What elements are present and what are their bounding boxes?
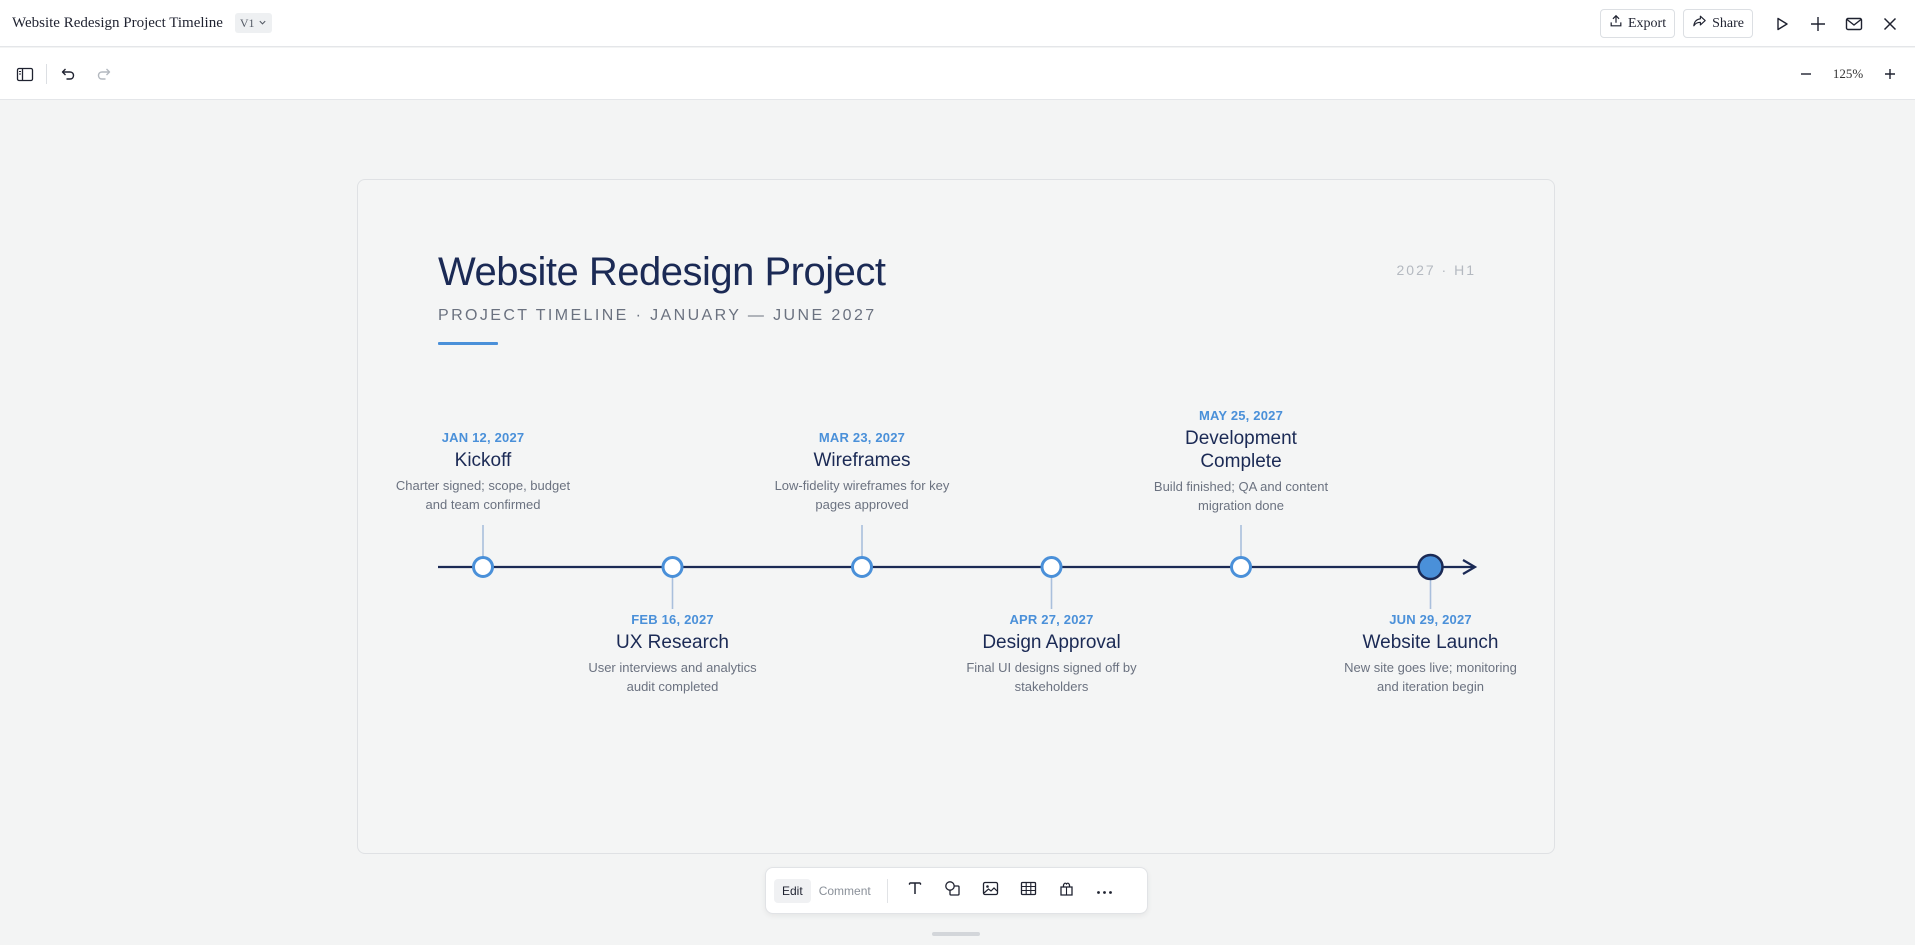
document-title[interactable]: Website Redesign Project Timeline <box>12 15 223 32</box>
widget-icon <box>1058 880 1075 902</box>
more-button[interactable] <box>1089 875 1121 907</box>
milestone-description: User interviews and analytics audit comp… <box>588 660 757 694</box>
milestone-name: Wireframes <box>813 450 911 471</box>
minus-icon <box>1799 67 1813 81</box>
plus-icon <box>1809 15 1827 33</box>
edit-mode-button[interactable]: Edit <box>774 878 811 903</box>
milestone-date: APR 27, 2027 <box>1009 612 1094 627</box>
close-icon <box>1882 16 1898 32</box>
insert-image-button[interactable] <box>975 875 1007 907</box>
milestone-marker[interactable] <box>1230 556 1252 578</box>
toolbar-left <box>10 59 119 89</box>
mode-switch: Edit Comment <box>774 878 879 903</box>
present-button[interactable] <box>1767 9 1797 39</box>
slide-canvas[interactable]: Website Redesign Project PROJECT TIMELIN… <box>357 179 1555 854</box>
milestone-description: Build finished; QA and content migration… <box>1153 479 1329 513</box>
panel-drag-handle[interactable] <box>932 932 980 936</box>
milestone-label[interactable]: JUN 29, 2027 Website Launch New site goes … <box>1336 612 1526 696</box>
mail-button[interactable] <box>1839 9 1869 39</box>
top-actions: Export Share <box>1600 0 1905 47</box>
toggle-sidebar-button[interactable] <box>10 59 40 89</box>
share-label: Share <box>1712 15 1744 31</box>
milestone-label[interactable]: APR 27, 2027 Design Approval Final UI desi… <box>957 612 1147 696</box>
milestone-marker[interactable] <box>661 556 684 578</box>
insert-shape-button[interactable] <box>937 875 969 907</box>
table-icon <box>1020 881 1037 901</box>
sidebar-icon <box>16 67 34 82</box>
insert-toolbar: Edit Comment <box>765 867 1148 914</box>
image-icon <box>982 881 999 901</box>
play-icon <box>1774 16 1790 32</box>
toolbar-divider <box>886 878 888 903</box>
milestone-marker[interactable] <box>472 556 494 578</box>
milestone-label[interactable]: JAN 12, 2027 Kickoff Charter signed; scope… <box>388 430 578 514</box>
milestone-label[interactable]: MAR 23, 2027 Wireframes Low-fidelity wiref… <box>767 430 957 514</box>
milestone-date: MAY 25, 2027 <box>1198 408 1284 423</box>
shapes-icon <box>944 880 961 902</box>
milestone-date: MAR 23, 2027 <box>818 430 906 445</box>
plus-icon <box>1883 67 1897 81</box>
milestone-name: Design Approval <box>982 632 1121 653</box>
milestone-marker[interactable] <box>1040 556 1063 578</box>
editor-toolbar: 125% <box>0 48 1915 100</box>
close-button[interactable] <box>1875 9 1905 39</box>
version-dropdown[interactable]: V1 <box>234 13 272 33</box>
milestone-description: New site goes live; monitoring and itera… <box>1344 660 1517 694</box>
chevron-down-icon <box>258 16 267 31</box>
add-button[interactable] <box>1803 9 1833 39</box>
milestone-description: Low-fidelity wireframes for key pages ap… <box>774 478 950 512</box>
version-label: V1 <box>239 15 255 30</box>
milestone-date: JUN 29, 2027 <box>1389 612 1472 627</box>
export-button[interactable]: Export <box>1600 9 1676 38</box>
undo-button[interactable] <box>53 59 83 89</box>
insert-widget-button[interactable] <box>1051 875 1083 907</box>
milestone-marker[interactable] <box>1417 553 1444 581</box>
mail-icon <box>1845 17 1863 31</box>
redo-icon <box>96 66 112 82</box>
zoom-level[interactable]: 125% <box>1821 66 1875 82</box>
milestone-description: Final UI designs signed off by stakehold… <box>966 660 1137 694</box>
top-bar: Website Redesign Project Timeline V1 Exp… <box>0 0 1915 47</box>
zoom-out-button[interactable] <box>1791 59 1821 89</box>
zoom-in-button[interactable] <box>1875 59 1905 89</box>
milestone-date: JAN 12, 2027 <box>441 430 525 445</box>
milestone-name: UX Research <box>616 632 729 653</box>
undo-icon <box>60 66 76 82</box>
milestone-description: Charter signed; scope, budget and team c… <box>395 478 571 512</box>
zoom-controls: 125% <box>1785 59 1905 89</box>
timeline-graphic <box>438 525 1478 609</box>
milestone-label[interactable]: MAY 25, 2027 Development Complete Build fi… <box>1146 408 1336 515</box>
share-icon <box>1692 14 1707 33</box>
milestone-name: Website Launch <box>1362 632 1499 653</box>
milestone-label[interactable]: FEB 16, 2027 UX Research User interviews a… <box>578 612 768 696</box>
redo-button[interactable] <box>89 59 119 89</box>
milestone-marker[interactable] <box>851 556 873 578</box>
export-icon <box>1609 14 1623 33</box>
text-icon <box>907 880 923 901</box>
milestone-name: Kickoff <box>454 450 512 471</box>
export-label: Export <box>1628 15 1667 31</box>
comment-mode-button[interactable]: Comment <box>811 879 879 903</box>
milestone-date: FEB 16, 2027 <box>631 612 714 627</box>
more-icon <box>1096 882 1113 900</box>
insert-table-button[interactable] <box>1013 875 1045 907</box>
toolbar-divider <box>46 64 47 84</box>
milestone-name: Development Complete <box>1185 428 1297 472</box>
insert-text-button[interactable] <box>899 875 931 907</box>
share-button[interactable]: Share <box>1683 9 1753 38</box>
